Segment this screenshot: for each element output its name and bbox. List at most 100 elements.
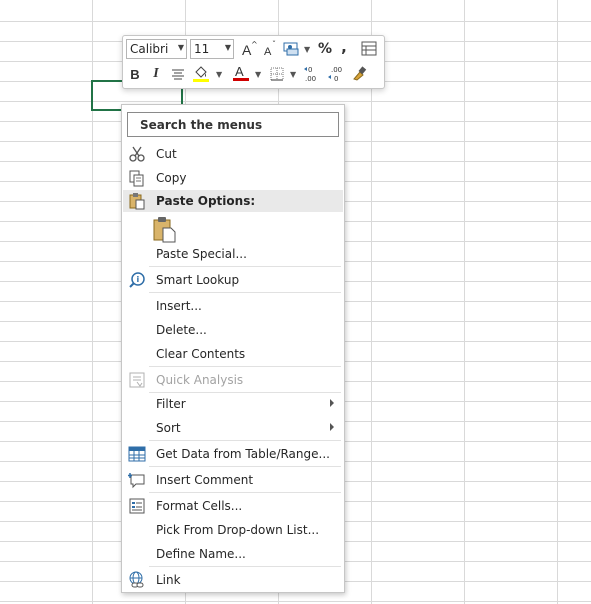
menu-item-get-data[interactable]: Get Data from Table/Range... [123,443,343,465]
submenu-arrow-icon [330,399,334,407]
menu-separator [149,440,341,441]
copy-icon [129,170,144,187]
chevron-down-icon[interactable]: ▼ [290,70,296,79]
menu-separator [149,266,341,267]
svg-text:A: A [264,46,272,58]
menu-item-label: Smart Lookup [156,273,240,287]
menu-item-label: Delete... [156,323,207,337]
accounting-number-icon [283,42,299,56]
paste-options-header: Paste Options: [123,190,343,212]
menu-item-copy[interactable]: Copy [123,167,343,189]
menu-item-pick-from-list[interactable]: Pick From Drop-down List... [123,519,343,541]
svg-text:.00: .00 [331,66,342,74]
menu-item-label: Paste Special... [156,247,247,261]
menu-item-label: Insert... [156,299,202,313]
increase-font-size-button[interactable]: A ^ [239,39,259,59]
align-center-button[interactable] [169,64,187,84]
menu-item-label: Define Name... [156,547,246,561]
quick-analysis-icon [129,372,145,388]
smart-lookup-icon: i [129,272,145,288]
menu-item-label: Quick Analysis [156,373,244,387]
borders-icon [270,67,284,81]
menu-item-delete[interactable]: Delete... [123,319,343,341]
increase-decimal-button[interactable]: 0 .00 [303,64,323,84]
decrease-font-icon: Aˇ [264,40,276,58]
menu-item-label: Format Cells... [156,499,243,513]
menu-item-label: Filter [156,397,186,411]
menu-item-label: Clear Contents [156,347,246,361]
clipboard-icon [129,193,145,210]
paste-button[interactable] [153,217,177,243]
menu-item-label: Copy [156,171,187,185]
menu-separator [149,292,341,293]
svg-text:0: 0 [308,66,312,74]
menu-separator [149,366,341,367]
fill-color-button[interactable] [190,63,212,83]
menu-item-clear-contents[interactable]: Clear Contents [123,343,343,365]
menu-item-label: Insert Comment [156,473,254,487]
svg-text:^: ^ [251,40,258,49]
font-size-combobox[interactable]: 11 ▼ [190,39,234,59]
bold-button[interactable]: B [127,64,143,84]
search-menus-input[interactable]: Search the menus [127,112,339,137]
borders-button[interactable] [268,64,286,84]
menu-item-format-cells[interactable]: Format Cells... [123,495,343,517]
chevron-down-icon[interactable]: ▼ [216,70,222,79]
context-menu: Search the menus Cut Copy Paste Options: [121,104,345,593]
increase-font-icon: A ^ [242,40,258,58]
menu-item-cut[interactable]: Cut [123,143,343,165]
font-name-combobox[interactable]: Calibri ▼ [126,39,187,59]
table-icon [128,446,146,462]
font-size-value: 11 [194,42,210,56]
link-globe-icon [129,571,144,588]
comma-style-button[interactable]: , [338,37,350,57]
menu-item-insert-comment[interactable]: Insert Comment [123,469,343,491]
menu-item-label: Cut [156,147,177,161]
svg-text:ˇ: ˇ [272,40,276,49]
font-name-value: Calibri [130,42,169,56]
menu-item-label: Sort [156,421,181,435]
percent-style-button[interactable]: % [316,39,334,59]
svg-text:.00: .00 [305,75,316,83]
chevron-down-icon[interactable]: ▼ [255,70,261,79]
decrease-font-size-button[interactable]: Aˇ [261,39,279,59]
align-center-icon [172,69,184,80]
svg-text:0: 0 [334,75,338,83]
svg-text:A: A [235,64,244,79]
accounting-format-button[interactable] [281,39,301,59]
menu-item-quick-analysis: Quick Analysis [123,369,343,391]
menu-item-smart-lookup[interactable]: i Smart Lookup [123,269,343,291]
menu-item-paste-special[interactable]: Paste Special... [123,243,343,265]
svg-text:i: i [137,275,140,284]
chevron-down-icon[interactable]: ▼ [304,45,310,54]
search-menus-placeholder: Search the menus [140,118,263,132]
menu-separator [149,466,341,467]
menu-item-filter[interactable]: Filter [123,393,343,415]
chevron-down-icon: ▼ [224,43,231,52]
format-painter-icon [353,66,367,81]
font-color-button[interactable]: A [231,63,251,83]
format-painter-button[interactable] [349,63,369,83]
chevron-down-icon: ▼ [177,43,184,52]
decrease-decimal-icon: .00 0 [328,66,342,83]
menu-item-link[interactable]: Link [123,569,343,591]
decrease-decimal-button[interactable]: .00 0 [326,64,346,84]
font-color-icon: A [233,64,249,81]
menu-separator [149,566,341,567]
paint-bucket-icon [193,66,209,82]
submenu-arrow-icon [330,423,334,431]
scissors-icon [129,146,145,162]
menu-item-label: Pick From Drop-down List... [156,523,320,537]
menu-item-label: Get Data from Table/Range... [156,447,330,461]
menu-item-insert[interactable]: Insert... [123,295,343,317]
new-comment-icon [128,473,145,489]
table-format-icon [361,41,377,56]
menu-item-label: Link [156,573,181,587]
format-cells-icon [129,498,145,514]
paste-options-label: Paste Options: [156,194,256,208]
menu-item-define-name[interactable]: Define Name... [123,543,343,565]
menu-item-sort[interactable]: Sort [123,417,343,439]
mini-toolbar: Calibri ▼ 11 ▼ A ^ Aˇ ▼ % , B I ▼ A ▼ ▼ … [122,35,385,89]
italic-button[interactable]: I [149,64,163,84]
format-as-table-button[interactable] [359,39,379,59]
